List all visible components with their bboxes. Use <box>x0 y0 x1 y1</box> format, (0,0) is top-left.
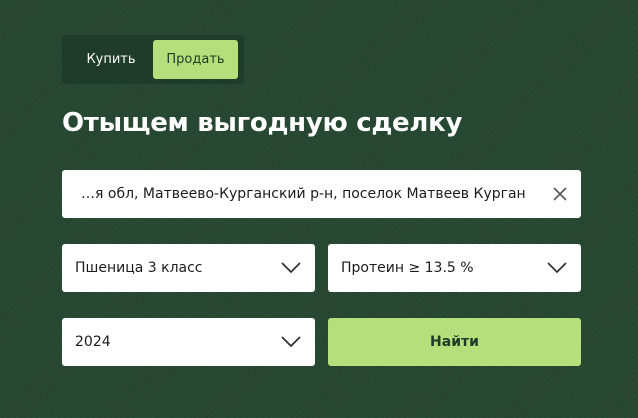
deal-type-toggle: Купить Продать <box>62 35 244 84</box>
chevron-down-icon <box>281 336 301 348</box>
year-select[interactable]: 2024 <box>62 318 315 366</box>
year-select-value: 2024 <box>75 334 111 350</box>
crop-select-value: Пшеница 3 класс <box>75 260 203 276</box>
address-input[interactable]: …я обл, Матвеево-Курганский р-н, поселок… <box>62 170 581 218</box>
protein-select-value: Протеин ≥ 13.5 % <box>341 260 474 276</box>
protein-select[interactable]: Протеин ≥ 13.5 % <box>328 244 581 292</box>
chevron-down-icon <box>547 262 567 274</box>
buy-tab[interactable]: Купить <box>72 40 150 79</box>
page-title: Отыщем выгодную сделку <box>62 108 463 138</box>
chevron-down-icon <box>281 262 301 274</box>
close-icon[interactable] <box>551 185 569 203</box>
crop-select[interactable]: Пшеница 3 класс <box>62 244 315 292</box>
search-button[interactable]: Найти <box>328 318 581 366</box>
sell-tab[interactable]: Продать <box>153 40 238 79</box>
address-value: …я обл, Матвеево-Курганский р-н, поселок… <box>81 186 526 202</box>
